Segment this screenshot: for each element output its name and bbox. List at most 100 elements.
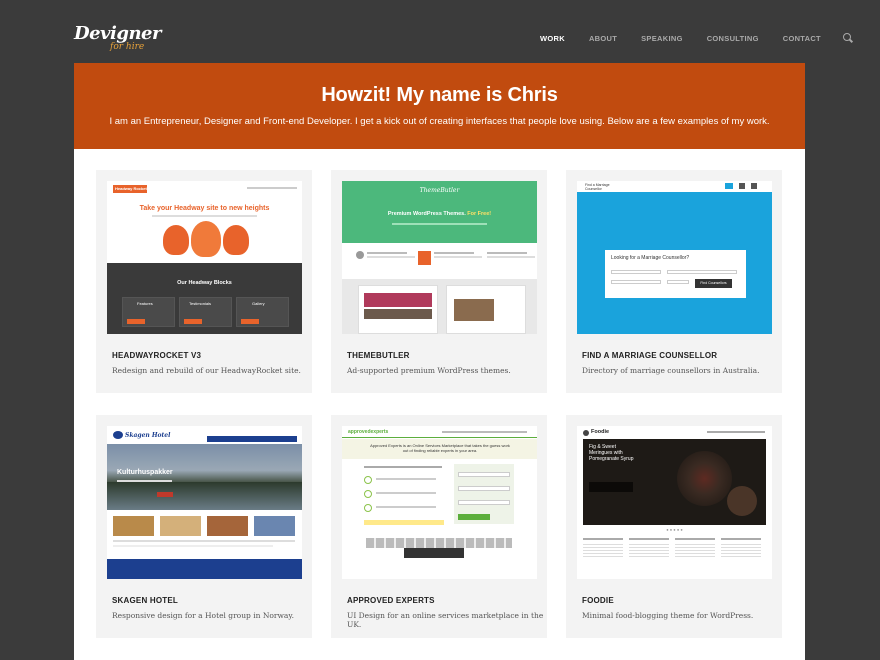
thumb-logo-strip: [366, 538, 512, 548]
thumb-text-line: [113, 540, 295, 542]
thumb-text-block: [629, 544, 669, 558]
thumb-tooltip: [404, 548, 464, 558]
thumb-form-line: [376, 492, 436, 494]
project-card-marriage-counsellor[interactable]: Find a Marriage Counsellor Looking for a…: [566, 170, 782, 393]
thumb-text-line: [675, 538, 715, 540]
thumb-footer: [107, 559, 302, 579]
thumb-feature-icon: [418, 251, 431, 265]
thumb-text-line: [721, 538, 761, 540]
thumb-form-line: [364, 466, 442, 468]
thumb-field: [611, 270, 661, 274]
thumb-text-line: [113, 545, 273, 547]
thumb-brand: Skagen Hotel: [125, 432, 171, 439]
hero-subtitle: I am an Entrepreneur, Designer and Front…: [109, 116, 770, 127]
project-card-headwayrocket[interactable]: Headway Rocket Take your Headway site to…: [96, 170, 312, 393]
thumb-field: [458, 500, 510, 505]
nav-contact[interactable]: CONTACT: [783, 34, 821, 43]
project-card-skagen-hotel[interactable]: Skagen Hotel Kulturhuspakker SKAGEN HOTE…: [96, 415, 312, 638]
thumb-col-label: Features: [137, 301, 153, 306]
thumb-col-label: Testimonials: [189, 301, 212, 306]
thumb-question: Looking for a Marriage Counsellor?: [611, 255, 690, 261]
thumb-banner-line: [117, 480, 172, 482]
nav-consulting[interactable]: CONSULTING: [707, 34, 759, 43]
thumb-form-line: [376, 506, 436, 508]
thumb-nav-icon: [739, 183, 745, 189]
thumb-notice: [364, 520, 444, 525]
thumb-feature-line: [487, 256, 535, 258]
thumb-countdown: [589, 482, 633, 492]
thumb-field: [667, 280, 689, 284]
nav-work[interactable]: WORK: [540, 34, 565, 43]
project-thumbnail[interactable]: Skagen Hotel Kulturhuspakker: [107, 426, 302, 579]
thumb-helmet: [223, 225, 249, 255]
thumb-text-block: [721, 544, 761, 558]
thumb-helmet: [163, 225, 189, 255]
project-thumbnail[interactable]: approvedexperts Approved Experts is an O…: [342, 426, 537, 579]
project-thumbnail[interactable]: Find a Marriage Counsellor Looking for a…: [577, 181, 772, 334]
thumb-feature-line: [367, 252, 407, 254]
thumb-step-icon: [364, 504, 372, 512]
thumb-dish: [727, 486, 757, 516]
thumb-field: [611, 280, 661, 284]
project-title[interactable]: FIND A MARRIAGE COUNSELLOR: [582, 351, 717, 360]
thumb-text-block: [583, 544, 623, 558]
project-title[interactable]: FOODIE: [582, 596, 614, 605]
thumb-headline: Take your Headway site to new heights: [139, 205, 270, 212]
project-title[interactable]: HEADWAYROCKET V3: [112, 351, 201, 360]
search-icon[interactable]: [842, 33, 853, 43]
thumb-section-title: Our Headway Blocks: [177, 280, 232, 286]
thumb-nav-bar: [207, 436, 297, 442]
thumb-feature-line: [434, 252, 474, 254]
thumb-nav-lines: [442, 431, 527, 433]
thumb-text-block: [675, 544, 715, 558]
thumb-feature-line: [367, 256, 415, 258]
thumb-headline: Fig & Sweet Meringues with Pomegranate S…: [589, 444, 634, 462]
hero-title: Howzit! My name is Chris: [321, 84, 558, 106]
thumb-field: [458, 472, 510, 477]
project-title[interactable]: SKAGEN HOTEL: [112, 596, 178, 605]
project-description: Responsive design for a Hotel group in N…: [112, 611, 295, 620]
project-card-approved-experts[interactable]: approvedexperts Approved Experts is an O…: [331, 415, 547, 638]
thumb-helmet: [191, 221, 221, 257]
main-nav: WORK ABOUT SPEAKING CONSULTING CONTACT: [540, 33, 853, 43]
thumb-dish: [677, 451, 732, 506]
thumb-theme-img: [364, 293, 432, 307]
project-card-foodie[interactable]: Foodie Fig & Sweet Meringues with Pomegr…: [566, 415, 782, 638]
thumb-brand: Foodie: [591, 429, 610, 435]
thumb-features: [342, 243, 537, 279]
thumb-brand: approvedexperts: [348, 429, 389, 435]
thumb-theme-img: [454, 299, 494, 321]
thumb-field: [667, 270, 737, 274]
thumb-text-line: [583, 538, 623, 540]
thumb-feature-line: [487, 252, 527, 254]
project-title[interactable]: THEMEBUTLER: [347, 351, 410, 360]
thumb-feature-line: [434, 256, 482, 258]
project-thumbnail[interactable]: Foodie Fig & Sweet Meringues with Pomegr…: [577, 426, 772, 579]
project-thumbnail[interactable]: ThemeButler Premium WordPress Themes. Fo…: [342, 181, 537, 334]
project-title[interactable]: APPROVED EXPERTS: [347, 596, 435, 605]
site-logo[interactable]: Devigner for hire: [74, 23, 161, 53]
thumb-logo-mark: [583, 430, 589, 436]
portfolio-grid: Headway Rocket Take your Headway site to…: [74, 149, 805, 660]
project-description: UI Design for an online services marketp…: [347, 611, 544, 629]
hero-banner: Howzit! My name is Chris I am an Entrepr…: [74, 63, 805, 149]
project-thumbnail[interactable]: Headway Rocket Take your Headway site to…: [107, 181, 302, 334]
project-card-themebutler[interactable]: ThemeButler Premium WordPress Themes. Fo…: [331, 170, 547, 393]
thumb-col-label: Gallery: [252, 301, 265, 306]
thumb-photo: [254, 516, 295, 536]
thumb-btn: [184, 319, 202, 324]
thumb-text-line: [629, 538, 669, 540]
thumb-nav-lines: [707, 431, 765, 433]
logo-sub-text: for hire: [110, 42, 145, 52]
nav-about[interactable]: ABOUT: [589, 34, 617, 43]
thumb-logo-mark: [113, 431, 123, 439]
thumb-nav-icon: [725, 183, 733, 189]
thumb-feature-icon: [356, 251, 364, 259]
nav-speaking[interactable]: SPEAKING: [641, 34, 683, 43]
thumb-theme-img: [364, 309, 432, 319]
thumb-banner-btn: [157, 492, 173, 497]
logo-main-text: Devigner: [74, 23, 161, 44]
project-description: Redesign and rebuild of our HeadwayRocke…: [112, 366, 301, 375]
project-description: Minimal food-blogging theme for WordPres…: [582, 611, 754, 620]
thumb-field: [458, 486, 510, 491]
